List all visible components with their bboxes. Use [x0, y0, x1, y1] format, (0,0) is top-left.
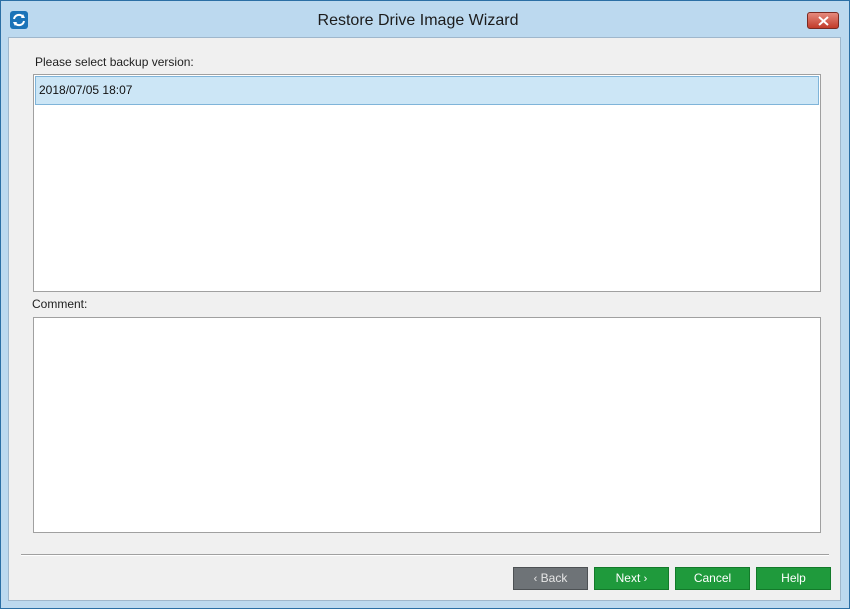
back-button[interactable]: ‹ Back [513, 567, 588, 590]
help-button[interactable]: Help [756, 567, 831, 590]
next-button-label: Next [615, 571, 641, 585]
comment-label: Comment: [32, 297, 88, 311]
backup-version-label: Please select backup version: [35, 55, 194, 69]
wizard-client-area: Please select backup version: 2018/07/05… [8, 37, 841, 601]
close-icon [818, 16, 829, 26]
chevron-left-icon: ‹ [533, 573, 538, 585]
comment-field[interactable] [33, 317, 821, 533]
title-bar[interactable]: Restore Drive Image Wizard [1, 1, 849, 37]
window-title: Restore Drive Image Wizard [317, 12, 519, 29]
wizard-window: Restore Drive Image Wizard Please select… [0, 0, 850, 609]
backup-version-item-selected[interactable]: 2018/07/05 18:07 [35, 76, 819, 105]
cancel-button[interactable]: Cancel [675, 567, 750, 590]
chevron-right-icon: › [643, 573, 648, 585]
back-button-label: Back [540, 571, 568, 585]
button-separator [21, 554, 829, 556]
next-button[interactable]: Next › [594, 567, 669, 590]
close-button[interactable] [807, 12, 839, 29]
backup-version-list[interactable]: 2018/07/05 18:07 [33, 74, 821, 292]
